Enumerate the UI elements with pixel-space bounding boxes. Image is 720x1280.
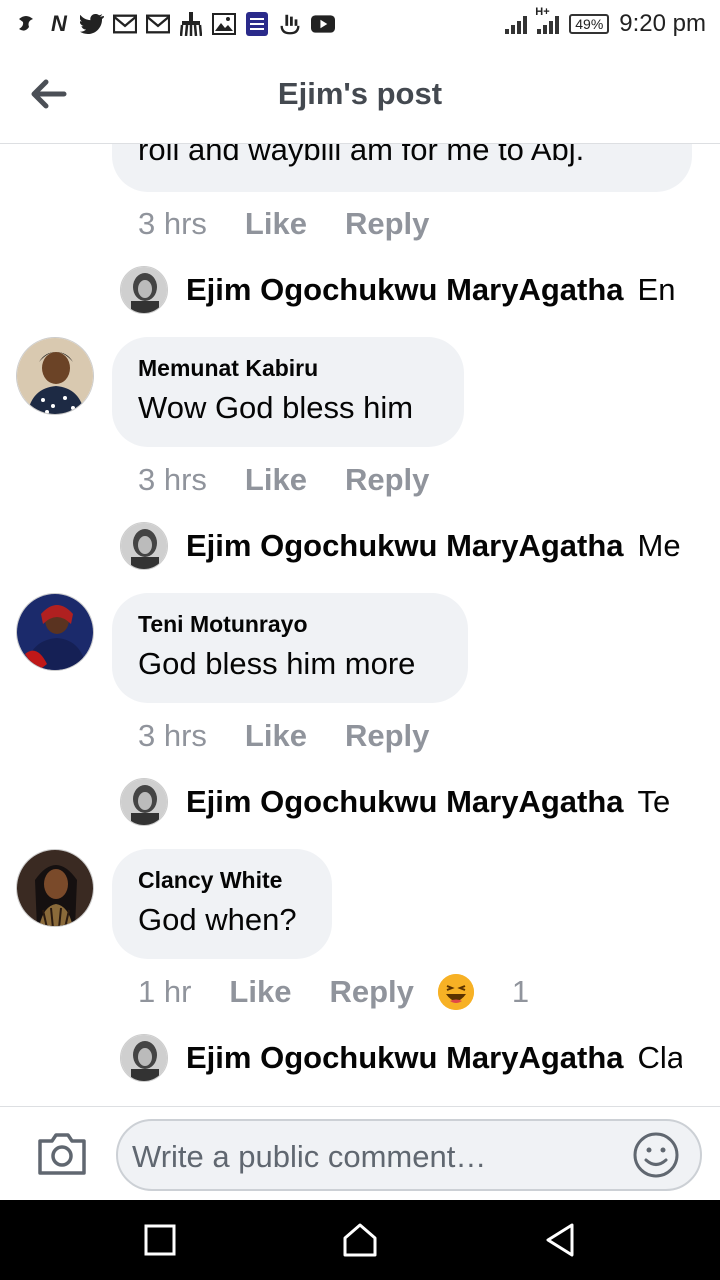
reaction-count: 1 (511, 974, 530, 1009)
recents-square-icon[interactable] (140, 1220, 180, 1260)
avatar (120, 778, 168, 826)
comment-time: 3 hrs (138, 462, 207, 497)
signal-icon (505, 14, 528, 34)
comment-time: 1 hr (138, 974, 192, 1009)
comment-input[interactable]: Write a public comment… (116, 1119, 702, 1191)
twitter-icon (80, 12, 104, 36)
reply-author: Ejim Ogochukwu MaryAgatha (186, 528, 624, 563)
clock: 9:20 pm (619, 10, 706, 37)
notification-icons: N (14, 11, 335, 36)
reply-preview[interactable]: Ejim Ogochukwu MaryAgatha Cla (120, 1034, 682, 1082)
comment-input-placeholder: Write a public comment… (132, 1139, 487, 1174)
comment-author[interactable]: Teni Motunrayo (138, 611, 442, 638)
comment-bubble[interactable]: roll and waybill am for me to Abj. (112, 144, 692, 192)
avatar[interactable] (16, 337, 94, 415)
gallery-icon (212, 12, 236, 36)
comment-composer: Write a public comment… (0, 1106, 720, 1200)
system-status: H+ 49% 9:20 pm (505, 6, 706, 38)
reply-preview[interactable]: Ejim Ogochukwu MaryAgatha En (120, 266, 682, 314)
cleaner-icon (179, 12, 203, 36)
comment-bubble[interactable]: Teni Motunrayo God bless him more (112, 593, 468, 703)
reply-preview[interactable]: Ejim Ogochukwu MaryAgatha Te (120, 778, 682, 826)
signal-hplus-icon: H+ (535, 6, 560, 34)
accessibility-icon (278, 12, 302, 36)
reply-author: Ejim Ogochukwu MaryAgatha (186, 784, 624, 819)
network-type: H+ (535, 6, 550, 18)
comment-text: God bless him more (138, 646, 416, 681)
reply-preview[interactable]: Ejim Ogochukwu MaryAgatha Me (120, 522, 682, 570)
comment-actions: 3 hrs Like Reply (138, 462, 467, 498)
comment-actions: 3 hrs Like Reply (138, 718, 467, 754)
gmail-icon (113, 12, 137, 36)
reaction-summary[interactable]: 1 (437, 974, 530, 1010)
like-button[interactable]: Like (245, 718, 307, 754)
emoji-icon[interactable] (632, 1131, 680, 1179)
gmail-icon (146, 12, 170, 36)
avatar[interactable] (16, 593, 94, 671)
reply-snippet: Te (637, 784, 671, 819)
avatar (120, 1034, 168, 1082)
back-triangle-icon[interactable] (540, 1220, 580, 1260)
battery-indicator: 49% (569, 14, 610, 34)
like-button[interactable]: Like (245, 206, 307, 242)
reply-author: Ejim Ogochukwu MaryAgatha (186, 1040, 624, 1075)
haha-emoji-icon (437, 974, 474, 1010)
comment-actions: 3 hrs Like Reply (138, 206, 467, 242)
avatar (120, 266, 168, 314)
comment-author[interactable]: Memunat Kabiru (138, 355, 438, 382)
bible-app-icon (245, 12, 269, 36)
reply-snippet: Me (637, 528, 681, 563)
avatar (120, 522, 168, 570)
comment-text: God when? (138, 902, 297, 937)
netflix-n-icon: N (51, 11, 67, 36)
avatar[interactable] (16, 849, 94, 927)
reply-button[interactable]: Reply (345, 206, 429, 242)
post-header: Ejim's post (0, 48, 720, 144)
comment-actions: 1 hr Like Reply 1 (138, 974, 567, 1010)
reply-button[interactable]: Reply (345, 462, 429, 498)
comment-bubble[interactable]: Memunat Kabiru Wow God bless him (112, 337, 464, 447)
comment-time: 3 hrs (138, 718, 207, 753)
reply-button[interactable]: Reply (345, 718, 429, 754)
reply-button[interactable]: Reply (329, 974, 413, 1010)
page-title: Ejim's post (277, 76, 443, 111)
status-bar: N H+ 49% 9:20 pm (0, 0, 720, 48)
comments-list[interactable]: roll and waybill am for me to Abj. 3 hrs… (0, 144, 720, 1106)
like-button[interactable]: Like (245, 462, 307, 498)
youtube-icon (311, 12, 335, 36)
home-icon[interactable] (340, 1220, 380, 1260)
comment-bubble[interactable]: Clancy White God when? (112, 849, 332, 959)
app-icon (14, 12, 38, 36)
comment-text: roll and waybill am for me to Abj. (138, 144, 585, 167)
comment-time: 3 hrs (138, 206, 207, 241)
like-button[interactable]: Like (229, 974, 291, 1010)
reply-author: Ejim Ogochukwu MaryAgatha (186, 272, 624, 307)
comment-author[interactable]: Clancy White (138, 867, 306, 894)
reply-snippet: En (637, 272, 676, 307)
system-nav-bar (0, 1200, 720, 1280)
camera-icon[interactable] (36, 1129, 88, 1179)
comment-text: Wow God bless him (138, 390, 414, 425)
reply-snippet: Cla (637, 1040, 682, 1075)
